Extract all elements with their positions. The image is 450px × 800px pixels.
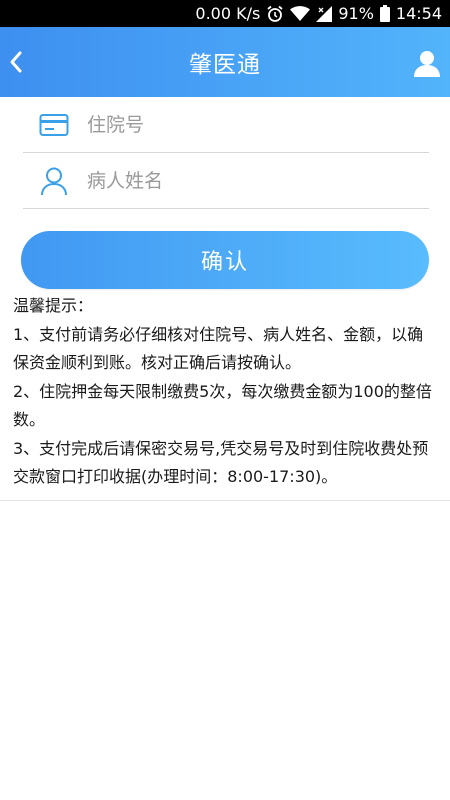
patient-name-row — [23, 153, 429, 209]
tips-heading: 温馨提示： — [13, 296, 94, 315]
page-title: 肇医通 — [189, 52, 261, 78]
nav-bar: 肇医通 — [0, 27, 450, 97]
chevron-left-icon — [10, 51, 22, 73]
alarm-icon — [266, 5, 284, 23]
tip-item-1: 1、支付前请务必仔细核对住院号、病人姓名、金额，以确保资金顺利到账。核对正确后请… — [13, 324, 424, 373]
tip-item-2: 2、住院押金每天限制缴费5次，每次缴费金额为100的整倍数。 — [13, 381, 432, 430]
clock: 14:54 — [395, 4, 442, 23]
id-card-icon — [37, 108, 71, 142]
tip-item-3: 3、支付完成后请保密交易号,凭交易号及时到住院收费处预交款窗口打印收据(办理时间… — [13, 438, 429, 487]
signal-icon — [316, 5, 333, 22]
wifi-icon — [290, 5, 311, 22]
confirm-button[interactable]: 确认 — [21, 231, 429, 289]
patient-name-input[interactable] — [87, 160, 387, 201]
divider — [0, 500, 450, 501]
hospital-number-row — [23, 97, 429, 153]
user-profile-button[interactable] — [412, 49, 442, 79]
network-speed: 0.00 K/s — [195, 4, 261, 23]
battery-icon — [379, 5, 390, 22]
back-button[interactable] — [4, 47, 28, 77]
user-icon — [414, 51, 440, 77]
person-icon — [37, 164, 71, 198]
battery-level: 91% — [338, 4, 374, 23]
hospital-number-input[interactable] — [87, 104, 387, 145]
status-bar: 0.00 K/s 91% 14:54 — [0, 0, 450, 27]
tips-section: 温馨提示： 1、支付前请务必仔细核对住院号、病人姓名、金额，以确保资金顺利到账。… — [13, 292, 439, 492]
